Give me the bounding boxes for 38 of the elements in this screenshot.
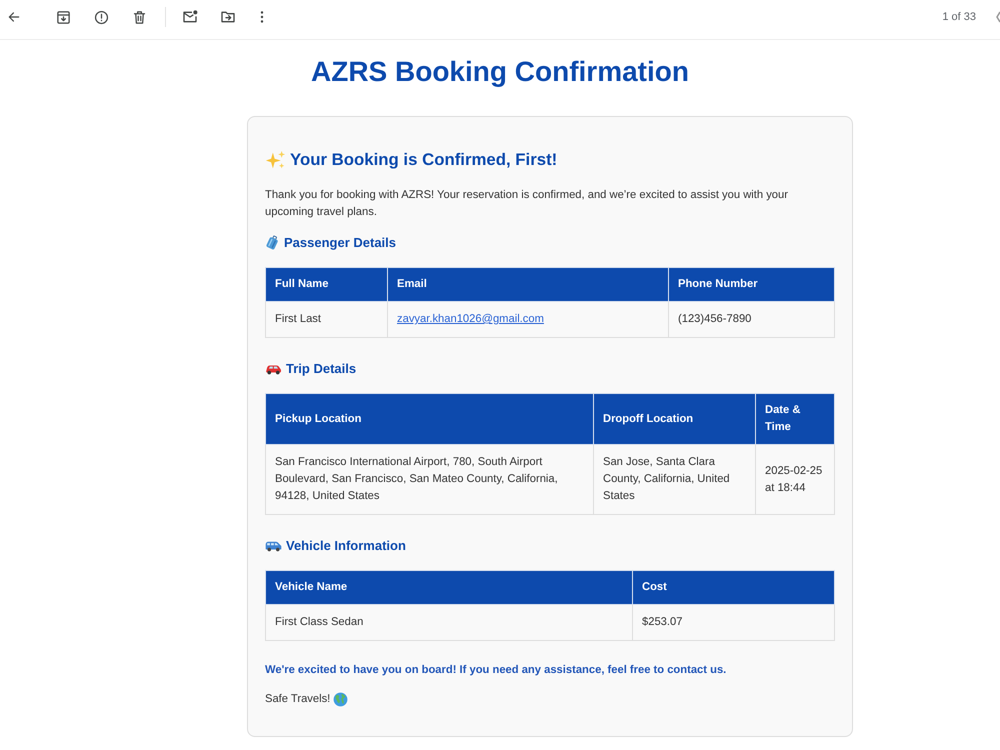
confirmation-heading: Your Booking is Confirmed, First! (290, 149, 558, 171)
column-header: Phone Number (668, 268, 834, 302)
alert-circle-icon (94, 10, 108, 24)
table-cell: First Last (266, 302, 388, 338)
table-cell: 2025-02-25 at 18:44 (756, 444, 834, 514)
minivan-icon (265, 540, 282, 552)
envelope-dot-icon (182, 9, 198, 25)
closing-message: We're excited to have you on board! If you need any assistance, feel free to contact us. (265, 663, 728, 678)
intro-paragraph: Thank you for booking with AZRS! Your reservation is confirmed, and we’re excited to assist you with your upcoming travel plans. (265, 188, 789, 220)
signoff-text: Safe Travels! (265, 692, 330, 707)
section-heading: Passenger Details (284, 234, 396, 251)
table-cell: (123)456-7890 (668, 302, 834, 338)
chevron-left-icon[interactable] (996, 11, 1000, 23)
column-header: Date & Time (756, 394, 834, 444)
more-vertical-icon (260, 11, 264, 23)
trash-icon (132, 10, 146, 24)
suitcase-icon (265, 235, 280, 250)
column-header: Email (388, 268, 668, 302)
folder-arrow-icon (220, 9, 236, 25)
page-counter: 1 of 33 (942, 10, 976, 25)
globe-icon (333, 692, 348, 707)
column-header: Vehicle Name (266, 570, 632, 604)
column-header: Pickup Location (266, 394, 594, 444)
table-cell: San Jose, Santa Clara County, California, United States (594, 444, 756, 514)
table-cell: San Francisco International Airport, 780, South Airport Boulevard, San Francisco, San Mateo County, California, 94128, United States (266, 444, 594, 514)
section-heading: Trip Details (286, 360, 356, 377)
column-header: Full Name (266, 268, 388, 302)
archive-icon (56, 10, 70, 24)
column-header: Cost (632, 570, 834, 604)
section-heading: Vehicle Information (286, 537, 406, 554)
sparkle-icon (265, 150, 286, 170)
arrow-left-icon (7, 10, 21, 24)
car-icon (265, 362, 282, 374)
column-header: Dropoff Location (594, 394, 756, 444)
page-title: AZRS Booking Confirmation (310, 55, 690, 89)
table-cell: $253.07 (632, 604, 834, 640)
table-cell: First Class Sedan (266, 604, 632, 640)
email-link[interactable]: zavyar.khan1026@gmail.com (397, 313, 544, 325)
